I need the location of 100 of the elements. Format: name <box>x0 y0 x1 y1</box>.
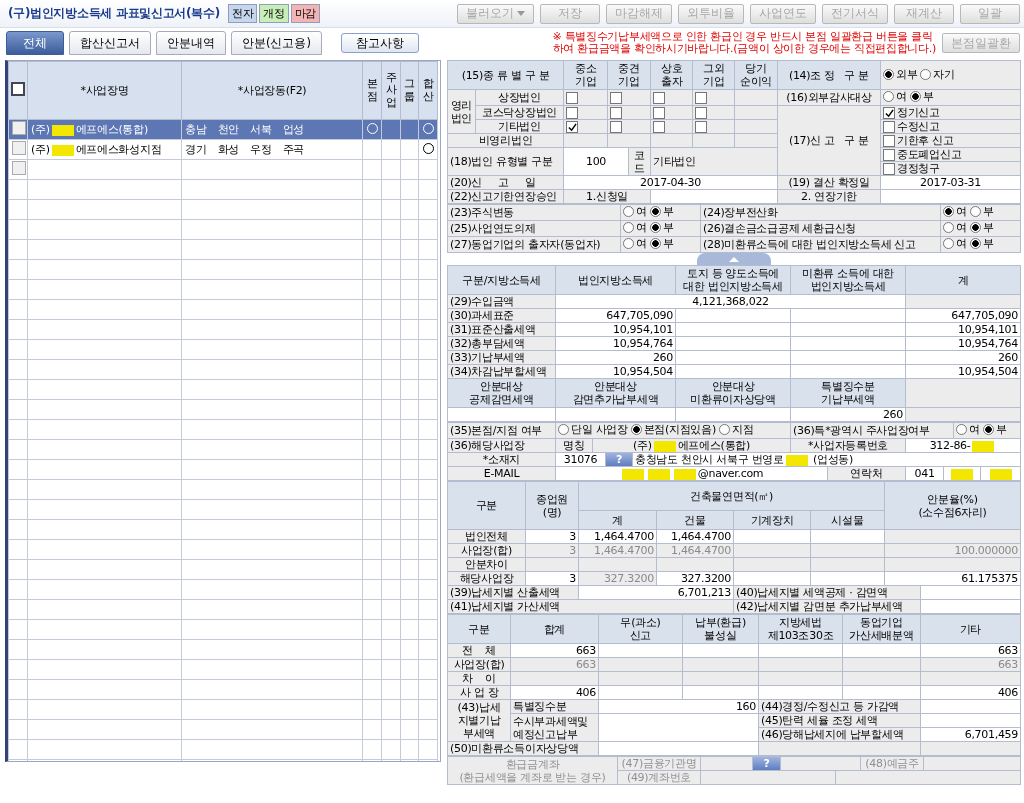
checkbox[interactable] <box>695 107 707 119</box>
radio-button[interactable] <box>649 222 661 233</box>
radio-button[interactable] <box>649 206 661 217</box>
column-header: 건축물연면적(㎡) <box>578 481 885 511</box>
radio-button[interactable] <box>969 206 981 217</box>
collapse-button[interactable] <box>696 253 771 265</box>
checkbox[interactable] <box>566 92 578 104</box>
radio-button[interactable] <box>969 222 981 233</box>
tab[interactable]: 안분(신고용) <box>231 31 322 55</box>
radio-button[interactable] <box>943 206 954 217</box>
status-badge: 마감 <box>290 4 321 23</box>
option-label: 정기신고 <box>897 106 940 119</box>
option-label: 여 <box>896 90 907 103</box>
column-header: 구분 <box>447 614 511 644</box>
column-header: 토지 등 양도소득에 대한 법인지방소득세 <box>675 265 791 295</box>
field-label: (35)본점/지점 여부 <box>447 422 556 439</box>
option-label: 부 <box>662 237 674 250</box>
option-label: 여 <box>956 205 967 218</box>
column-header: 본점 <box>366 78 378 103</box>
redaction-mark <box>673 468 696 480</box>
option-label: 경정청구 <box>897 162 940 175</box>
tab[interactable]: 안분내역 <box>156 31 226 55</box>
reference-button[interactable]: 참고사항 <box>341 33 419 53</box>
radio-button[interactable] <box>630 424 642 435</box>
checkbox[interactable] <box>610 107 622 119</box>
checkbox[interactable] <box>883 135 895 147</box>
checkbox[interactable] <box>695 121 707 133</box>
table-cell: (주) 에프에스화성지점 <box>27 139 182 160</box>
checkbox[interactable] <box>883 149 895 161</box>
field-label: (36)특*광역시 주사업장여부 <box>790 422 954 439</box>
column-header: 구분/지방소득세 <box>447 265 556 295</box>
radio-button[interactable] <box>982 424 994 435</box>
option-label: 부 <box>662 221 674 234</box>
checkbox[interactable] <box>12 161 26 175</box>
field-label: (47)금융기관명 <box>617 756 701 771</box>
checkbox[interactable] <box>653 107 665 119</box>
radio-button[interactable] <box>909 91 921 102</box>
radio-button[interactable] <box>623 238 634 249</box>
column-header: 안분대상 공제감면세액 <box>447 378 556 408</box>
option-label: 부 <box>982 221 994 234</box>
checkbox[interactable] <box>653 121 665 133</box>
field-label: (23)주식변동 <box>447 204 621 221</box>
option-label: 단일 사업장 <box>571 423 628 436</box>
column-header: 상호 출자 <box>650 60 693 90</box>
checkbox[interactable] <box>12 141 26 155</box>
tab[interactable]: 전체 <box>6 31 64 55</box>
radio-button[interactable] <box>718 424 730 435</box>
column-header: 지방세법 제103조30조 <box>758 614 843 644</box>
radio-button[interactable] <box>969 238 981 249</box>
column-header: 구분 <box>447 481 526 530</box>
radio-button[interactable] <box>623 206 634 217</box>
checkbox[interactable] <box>883 107 895 119</box>
checkbox[interactable] <box>11 82 25 96</box>
option-label: 여 <box>636 237 647 250</box>
option-label: 수정신고 <box>897 120 940 133</box>
field-label: 영리 법인 <box>447 89 476 134</box>
column-header: *사업장동(F2) <box>181 61 363 120</box>
checkbox[interactable] <box>653 92 665 104</box>
radio-button[interactable] <box>558 424 569 435</box>
checkbox[interactable] <box>566 121 578 133</box>
radio-button[interactable] <box>883 68 894 80</box>
checkbox[interactable] <box>695 92 707 104</box>
option-label: 기한후 신고 <box>897 134 954 147</box>
tab[interactable]: 합산신고서 <box>69 31 151 55</box>
checkbox[interactable] <box>566 107 578 119</box>
checkbox[interactable] <box>883 121 895 133</box>
column-header: 중소 기업 <box>563 60 608 90</box>
radio-button[interactable] <box>920 68 932 80</box>
radio-button[interactable] <box>623 222 634 233</box>
table-cell: 기타법인 <box>650 147 778 176</box>
option-label: 여 <box>956 221 967 234</box>
column-header: 그룹 <box>404 78 415 103</box>
checkbox[interactable] <box>12 121 26 135</box>
field-label: (43)납세 지별기납 부세액 <box>447 699 511 742</box>
radio-button[interactable] <box>883 91 894 102</box>
checkbox[interactable] <box>610 92 622 104</box>
input-field[interactable] <box>598 713 759 742</box>
option-label: 부 <box>662 205 674 218</box>
column-header: 합산 <box>422 78 434 103</box>
redaction-mark <box>653 440 676 452</box>
redaction-mark <box>51 144 74 156</box>
option-label: 부 <box>922 90 934 103</box>
checkbox[interactable] <box>883 163 895 175</box>
column-header: 그외 기업 <box>692 60 735 90</box>
redaction-mark <box>51 124 74 136</box>
radio-button[interactable] <box>956 424 968 435</box>
field-label: (24)장부전산화 <box>700 204 941 221</box>
option-label: 여 <box>636 221 647 234</box>
field-label: (17)신 고 구 분 <box>777 105 881 176</box>
column-header: 합계 <box>510 614 599 644</box>
radio-button[interactable] <box>943 222 954 233</box>
column-header: 법인지방소득세 <box>555 265 676 295</box>
column-header: 납부(환급) 불성실 <box>682 614 759 644</box>
input-field[interactable]: 100 <box>563 147 629 176</box>
table-cell: 경기 화성 우정 주곡 <box>181 139 363 160</box>
checkbox[interactable] <box>610 121 622 133</box>
radio-button[interactable] <box>649 238 661 249</box>
field-label: (15)종 류 별 구 분 <box>447 60 564 90</box>
radio-button[interactable] <box>943 238 954 249</box>
field-label: (18)법인 유형별 구분 <box>447 147 564 176</box>
